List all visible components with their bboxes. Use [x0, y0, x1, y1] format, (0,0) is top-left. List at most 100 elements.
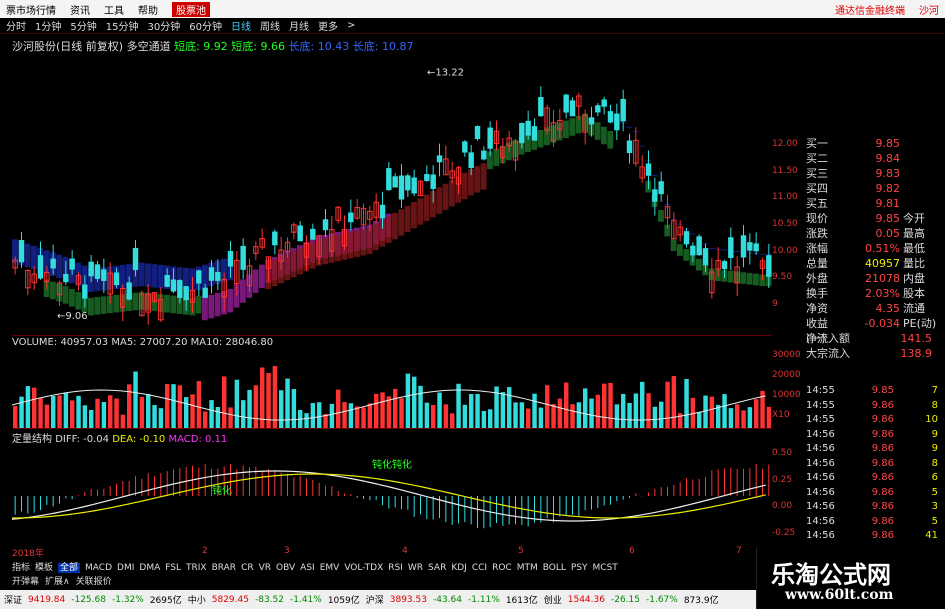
- stat-label: 现价: [806, 212, 828, 225]
- bid-row: 买二 9.84: [806, 151, 944, 166]
- divider: [12, 335, 772, 336]
- menu-stock-pool[interactable]: 股票池: [172, 1, 210, 17]
- channel-band-red: [335, 234, 341, 262]
- indicator-tab[interactable]: MACD: [85, 563, 112, 573]
- period-tabs: 分时 1分钟 5分钟 15分钟 30分钟 60分钟 日线 周线 月线 更多 >: [0, 18, 945, 34]
- tick-time: 14:55: [806, 414, 835, 425]
- volume-chart[interactable]: [12, 350, 772, 428]
- indicator-tab[interactable]: CCI: [472, 563, 487, 573]
- indicator-tab[interactable]: ROC: [492, 563, 512, 573]
- tick-volume: 8: [931, 399, 938, 411]
- candle-body: [563, 94, 569, 113]
- indicator-tab[interactable]: 模板: [35, 563, 53, 573]
- volume-bar: [741, 410, 746, 428]
- candle-body: [101, 269, 107, 281]
- period-tab[interactable]: 月线: [289, 18, 309, 33]
- period-tab[interactable]: 60分钟: [189, 18, 222, 33]
- menu-market[interactable]: 票市场行情: [6, 2, 56, 17]
- tick-volume: 9: [931, 443, 938, 454]
- kline-chart[interactable]: ←13.22 ←9.06: [12, 55, 772, 330]
- candle-body: [481, 150, 487, 160]
- time-tick-label: 5: [518, 546, 524, 556]
- candle-body: [614, 113, 620, 131]
- period-tab[interactable]: 30分钟: [147, 18, 180, 33]
- indicator-tab[interactable]: BOLL: [543, 563, 566, 573]
- indicator-tab[interactable]: TRIX: [186, 563, 207, 573]
- indicator-tab[interactable]: 指标: [12, 563, 30, 573]
- indicator-tab[interactable]: WR: [408, 563, 423, 573]
- candle-body: [740, 235, 747, 258]
- volume-bar: [652, 406, 658, 428]
- volume-bar: [165, 384, 170, 428]
- tick-volume: 7: [931, 385, 938, 396]
- period-tab[interactable]: 1分钟: [35, 18, 61, 33]
- indicator-tab[interactable]: FSL: [165, 563, 181, 573]
- volume-bar: [336, 389, 341, 428]
- volume-bar: [380, 392, 385, 428]
- stat-label2: 今开: [903, 212, 925, 225]
- indicator-tab[interactable]: RSI: [388, 563, 403, 573]
- index-zx-label[interactable]: 中小: [188, 593, 206, 606]
- volume-bar: [722, 394, 727, 428]
- candle-body: [601, 99, 607, 107]
- tick-time: 14:56: [806, 457, 835, 469]
- period-tab[interactable]: 5分钟: [70, 18, 96, 33]
- tick-row: 14:55 9.86 10: [806, 413, 944, 428]
- indicator-tab[interactable]: CR: [241, 563, 254, 573]
- period-tab[interactable]: >: [347, 20, 355, 31]
- index-cy-label[interactable]: 创业: [544, 593, 562, 606]
- channel-band-red: [284, 253, 291, 281]
- volume-bar: [108, 395, 113, 428]
- menu-news[interactable]: 资讯: [70, 2, 90, 17]
- tick-time: 14:55: [806, 399, 835, 411]
- menu-help[interactable]: 帮助: [138, 2, 158, 17]
- quote-panel: 买一 9.85 买二 9.84 买三 9.83 买四 9.82 买五 9.81 现价 9.85 今开 涨跌…: [806, 136, 944, 361]
- stat-label: 总量: [806, 257, 828, 270]
- indicator-tab[interactable]: ASI: [300, 563, 315, 573]
- bottom-tab[interactable]: 扩展∧: [45, 577, 70, 587]
- tick-row: 14:56 9.86 3: [806, 500, 944, 515]
- axis-tick-label: 12.00: [772, 139, 798, 149]
- volume-bar: [272, 366, 278, 428]
- period-tab[interactable]: 15分钟: [106, 18, 139, 33]
- candle-body: [538, 97, 544, 117]
- indicator-tab[interactable]: EMV: [320, 563, 340, 573]
- indicator-tab[interactable]: 全部: [58, 563, 81, 573]
- indicator-tab[interactable]: OBV: [276, 563, 295, 573]
- volume-bar: [589, 398, 594, 428]
- indicator-tab[interactable]: MTM: [517, 563, 538, 573]
- quote-stat-row: 涨幅 0.51% 最低: [806, 241, 944, 256]
- volume-bar: [279, 390, 284, 428]
- period-tab[interactable]: 分时: [6, 18, 26, 33]
- volume-bar: [253, 385, 259, 428]
- indicator-tab[interactable]: KDJ: [451, 563, 467, 573]
- period-tab[interactable]: 周线: [260, 18, 280, 33]
- volume-bar: [13, 406, 18, 428]
- candle-body: [405, 175, 411, 191]
- bottom-tab[interactable]: 关联报价: [76, 577, 112, 587]
- period-tab[interactable]: 日线: [231, 18, 251, 33]
- period-tab[interactable]: 更多: [318, 18, 338, 33]
- volume-bar: [462, 404, 468, 428]
- indicator-tab[interactable]: VOL-TDX: [344, 563, 383, 573]
- index-sz-label[interactable]: 深证: [4, 593, 22, 606]
- axis-tick-label: 9: [772, 299, 778, 309]
- indicator-tab[interactable]: PSY: [571, 563, 588, 573]
- indicator-tab[interactable]: SAR: [428, 563, 446, 573]
- indicator-tab[interactable]: DMI: [117, 563, 134, 573]
- channel-band-red: [449, 180, 455, 207]
- index-hs-label[interactable]: 沪深: [366, 593, 384, 606]
- indicator-tab[interactable]: BRAR: [212, 563, 236, 573]
- indicator-tab[interactable]: VR: [259, 563, 271, 573]
- indicator-tab[interactable]: MCST: [593, 563, 618, 573]
- menu-tools[interactable]: 工具: [104, 2, 124, 17]
- indicator-tab[interactable]: DMA: [139, 563, 160, 573]
- macd-note: 钝化钝化: [372, 458, 412, 471]
- stat-value: 0.51%: [865, 242, 900, 255]
- bottom-tab[interactable]: 开弹幕: [12, 577, 39, 587]
- channel-band-pink: [214, 292, 221, 317]
- tick-price: 9.86: [871, 399, 894, 411]
- macd-chart[interactable]: 钝化钝化钝化: [12, 444, 772, 546]
- channel-band-red: [322, 237, 329, 265]
- stat-label: 大宗流入: [806, 347, 850, 360]
